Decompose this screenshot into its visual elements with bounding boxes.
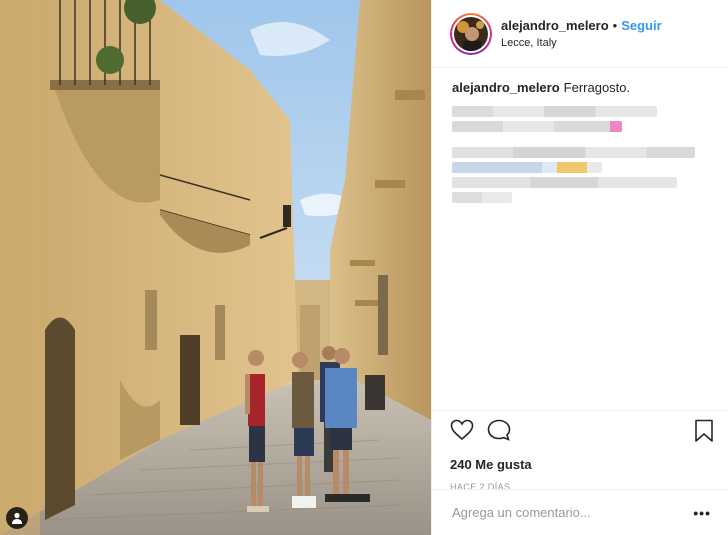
bookmark-icon [695, 419, 713, 442]
caption-username[interactable]: alejandro_melero [452, 80, 560, 95]
person-icon [12, 512, 22, 524]
post-header: alejandro_melero • Seguir Lecce, Italy [432, 0, 728, 68]
comment-input[interactable] [452, 505, 694, 520]
more-options-button[interactable]: ••• [693, 505, 711, 521]
caption-text: Ferragosto. [563, 80, 631, 95]
like-button[interactable] [450, 419, 474, 446]
location-link[interactable]: Lecce, Italy [501, 37, 662, 49]
caption: alejandro_melero Ferragosto. [452, 79, 708, 97]
instagram-post: alejandro_melero • Seguir Lecce, Italy a… [0, 0, 728, 535]
follow-button[interactable]: Seguir [621, 18, 661, 33]
avatar-image [454, 16, 488, 51]
heart-icon [450, 419, 474, 441]
action-bar: 240 Me gusta HACE 2 DÍAS [432, 410, 728, 492]
header-username[interactable]: alejandro_melero [501, 18, 609, 33]
photo-street-scene [0, 0, 431, 535]
post-side-panel: alejandro_melero • Seguir Lecce, Italy a… [431, 0, 728, 535]
header-separator: • [612, 18, 618, 33]
comment-box: ••• [432, 489, 728, 535]
blurred-text-block [452, 106, 708, 203]
comment-button[interactable] [487, 419, 511, 446]
save-button[interactable] [694, 419, 714, 448]
likes-count[interactable]: 240 Me gusta [450, 457, 713, 472]
comments-area: alejandro_melero Ferragosto. [432, 68, 728, 409]
post-photo[interactable] [0, 0, 431, 535]
tagged-users-button[interactable] [6, 507, 28, 529]
comment-bubble-icon [487, 419, 511, 441]
avatar[interactable] [450, 12, 492, 55]
